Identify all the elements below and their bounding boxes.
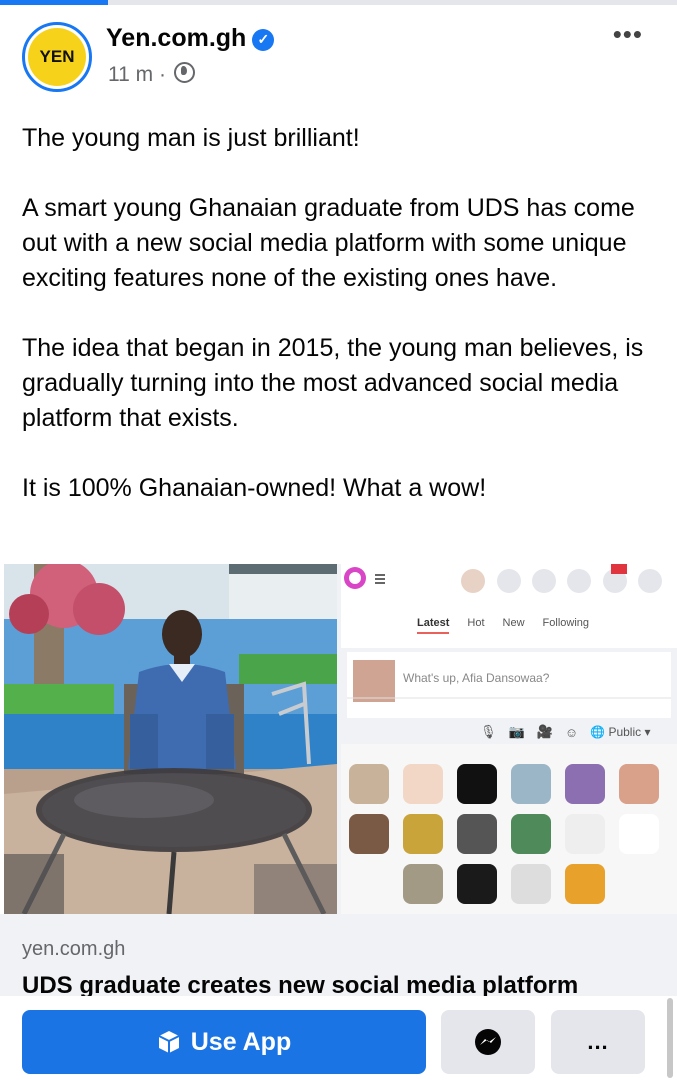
post-paragraph: It is 100% Ghanaian-owned! What a wow!	[22, 474, 487, 502]
page-avatar[interactable]: YEN	[22, 22, 92, 92]
app-user-thumbnail	[403, 764, 443, 804]
app-user-thumbnail	[511, 864, 551, 904]
more-button[interactable]: ...	[551, 1010, 645, 1074]
app-privacy-label: Public	[608, 725, 642, 739]
use-app-label: Use App	[190, 1027, 292, 1056]
graduate-photo-illustration	[4, 564, 337, 914]
meta-separator: ·	[158, 63, 166, 86]
messenger-button[interactable]	[441, 1010, 535, 1074]
app-user-thumbnail	[565, 814, 605, 854]
mic-icon: 🎙	[480, 724, 497, 739]
app-tab-hot: Hot	[467, 617, 485, 629]
app-screenshot: Latest Hot New Following What's up, Afia…	[341, 564, 677, 914]
app-tab-latest: Latest	[417, 617, 450, 634]
verified-badge-icon: ✓	[252, 28, 275, 51]
post-time[interactable]: 11 m	[108, 63, 153, 86]
video-icon: 🎥	[536, 724, 553, 739]
app-user-thumbnail	[457, 814, 497, 854]
link-preview-image[interactable]: Latest Hot New Following What's up, Afia…	[4, 564, 677, 914]
link-domain: yen.com.gh	[22, 938, 126, 960]
messenger-icon	[475, 1029, 501, 1055]
app-user-thumbnail	[457, 764, 497, 804]
post-paragraph: A smart young Ghanaian graduate from UDS…	[22, 194, 635, 292]
app-user-thumbnail	[457, 864, 497, 904]
app-composer-actions: 🎙 📷 🎥 ☺ 🌐 Public ▾	[480, 724, 651, 740]
post-body: The young man is just brilliant! A smart…	[22, 121, 662, 541]
app-composer-placeholder: What's up, Afia Dansowaa?	[403, 671, 550, 685]
app-user-thumbnail	[511, 814, 551, 854]
app-user-thumbnail	[565, 764, 605, 804]
loading-progress-fill	[0, 0, 109, 5]
app-user-thumbnail	[403, 814, 443, 854]
page-name-row[interactable]: Yen.com.gh ✓	[106, 24, 275, 53]
use-app-button[interactable]: Use App	[22, 1010, 426, 1074]
bottom-action-bar: Use App ...	[0, 996, 677, 1080]
post-paragraph: The idea that began in 2015, the young m…	[22, 334, 644, 432]
app-tab-new: New	[502, 617, 525, 629]
app-privacy: 🌐 Public ▾	[590, 725, 651, 739]
emoji-icon: ☺	[564, 724, 579, 740]
scrollbar[interactable]	[667, 998, 673, 1078]
app-user-thumbnail	[619, 814, 659, 854]
more-button-label: ...	[587, 1029, 609, 1054]
more-options-icon[interactable]: •••	[613, 21, 643, 47]
post-meta: 11 m ·	[108, 62, 195, 87]
page-name[interactable]: Yen.com.gh	[106, 24, 246, 52]
app-tab-following: Following	[542, 617, 590, 629]
globe-icon	[173, 62, 195, 83]
app-user-thumbnail	[349, 764, 389, 804]
graduate-photo	[4, 564, 337, 914]
cube-icon	[158, 1031, 180, 1053]
app-user-thumbnail	[511, 764, 551, 804]
app-user-thumbnail	[349, 814, 389, 854]
app-user-thumbnail	[403, 864, 443, 904]
post-paragraph: The young man is just brilliant!	[22, 124, 360, 152]
app-user-thumbnail	[565, 864, 605, 904]
camera-icon: 📷	[508, 724, 525, 739]
link-preview-caption[interactable]: yen.com.gh UDS graduate creates new soci…	[0, 914, 677, 1000]
avatar-logo: YEN	[28, 28, 86, 86]
app-tabs: Latest Hot New Following	[417, 617, 589, 634]
post-header: YEN Yen.com.gh ✓ 11 m · •••	[22, 18, 677, 98]
loading-progress-bar	[0, 0, 677, 5]
app-user-thumbnail	[619, 764, 659, 804]
